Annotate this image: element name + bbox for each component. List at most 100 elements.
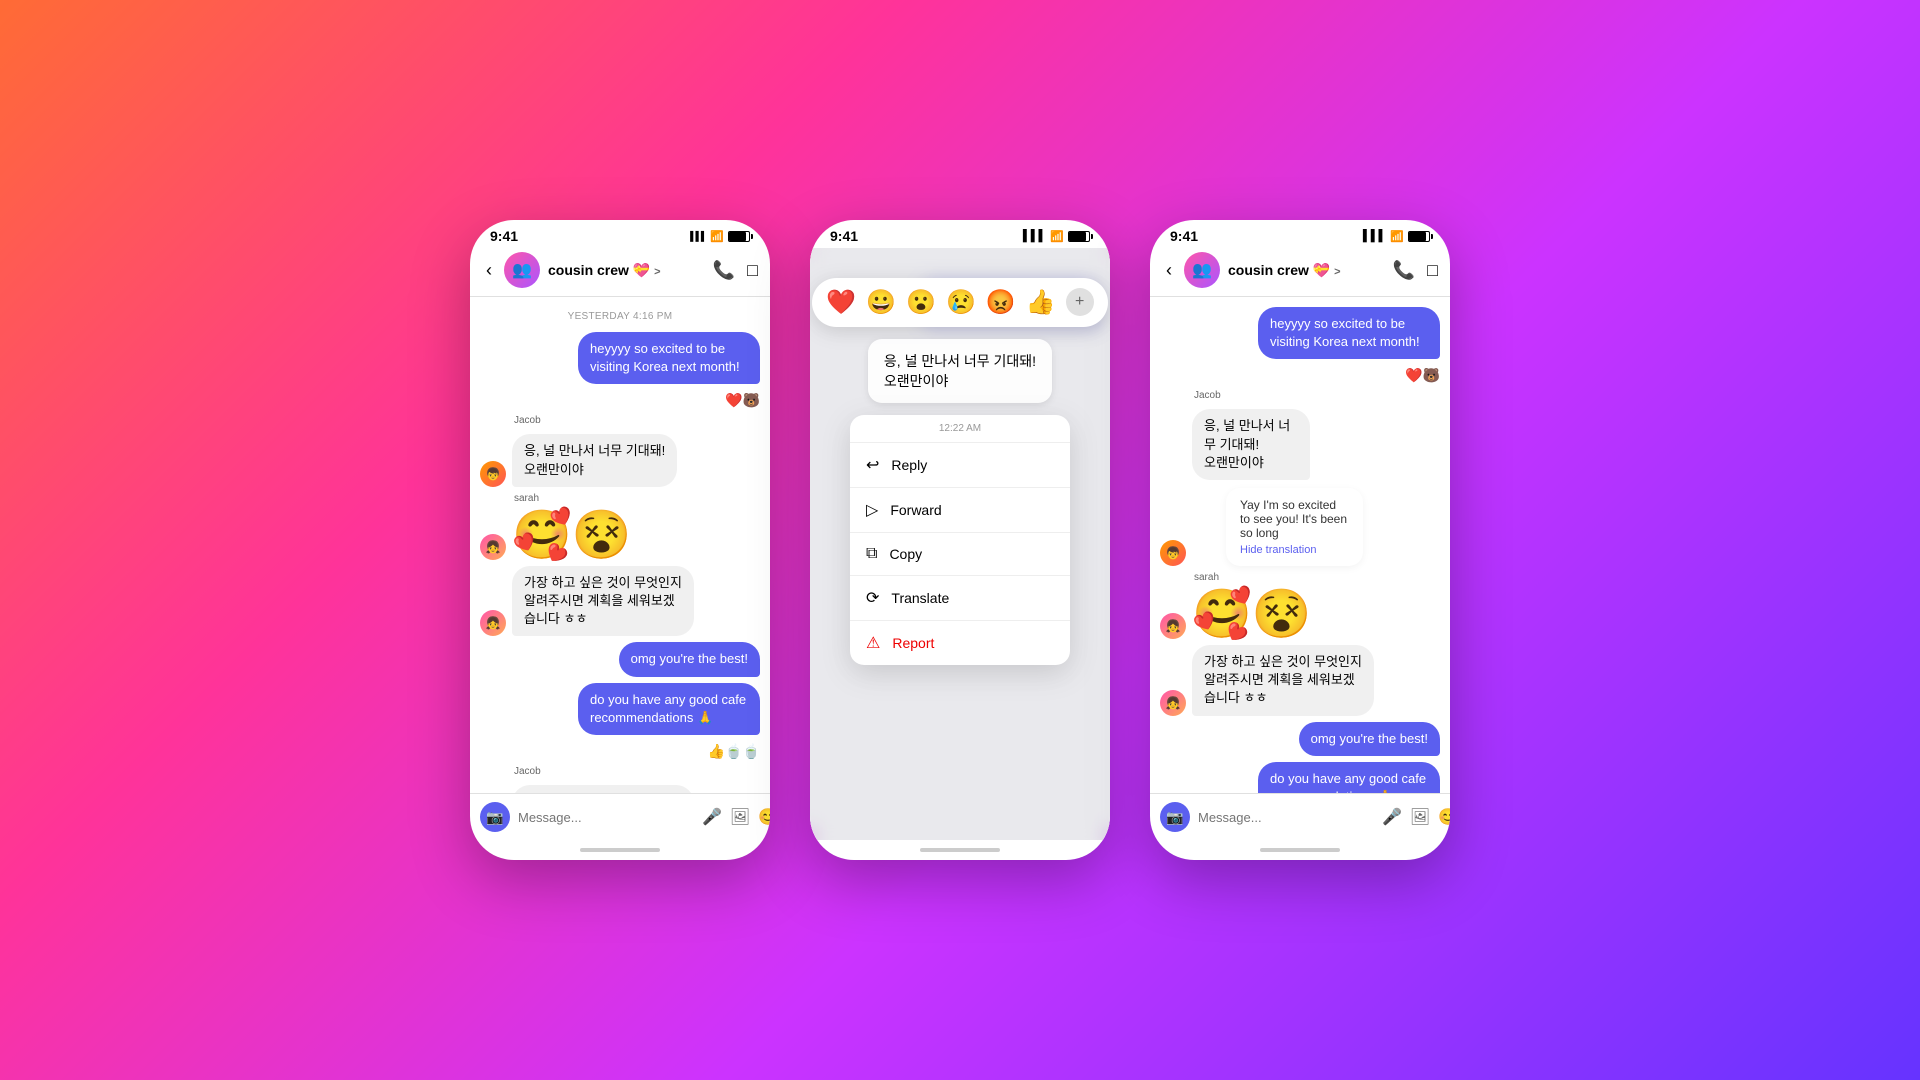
context-translate[interactable]: ⟳ Translate xyxy=(850,576,1070,621)
phone-icon-right[interactable]: 📞 xyxy=(1393,260,1415,281)
message-input-right[interactable] xyxy=(1198,810,1374,825)
translation-text: Yay I'm so excited to see you! It's been… xyxy=(1240,498,1347,540)
report-icon: ⚠ xyxy=(866,633,880,653)
emoji-angry[interactable]: 😡 xyxy=(986,288,1016,317)
status-time-right: 9:41 xyxy=(1170,228,1198,244)
msg-row-excited-r: heyyyy so excited to be visiting Korea n… xyxy=(1160,307,1440,359)
avatar-sarah-1: 👧 xyxy=(480,534,506,560)
emoji-icon-left[interactable]: 😊 xyxy=(758,807,770,827)
forward-label: Forward xyxy=(890,502,941,518)
avatar-left: 👥 xyxy=(504,252,540,288)
reaction-cafe: 👍🍵🍵 xyxy=(708,743,760,760)
hide-translation-button[interactable]: Hide translation xyxy=(1240,544,1349,556)
context-original-message: 응, 널 만나서 너무 기대돼!오랜만이야 xyxy=(868,339,1052,403)
signal-icon-middle: ▌▌▌ xyxy=(1023,230,1046,242)
image-icon-left[interactable]: 🖼 xyxy=(730,807,750,827)
copy-icon: ⧉ xyxy=(866,545,877,563)
msg-row-jacob-r1: 👦 응, 널 만나서 너무 기대돼!오랜만이야 Yay I'm so excit… xyxy=(1160,409,1440,566)
bubble-excited-r: heyyyy so excited to be visiting Korea n… xyxy=(1258,307,1440,359)
sticker-sarah: 🥰😵 xyxy=(512,512,632,560)
emoji-smile[interactable]: 😀 xyxy=(866,288,896,317)
emoji-heart[interactable]: ❤️ xyxy=(826,288,856,317)
battery-icon-left xyxy=(728,231,750,242)
reply-icon: ↩ xyxy=(866,455,879,475)
chat-title-right[interactable]: cousin crew 💝 > xyxy=(1228,262,1385,279)
more-emoji-button[interactable]: + xyxy=(1066,288,1094,316)
copy-label: Copy xyxy=(889,546,922,562)
phone-icon-left[interactable]: 📞 xyxy=(713,260,735,281)
video-icon-left[interactable]: □ xyxy=(747,260,758,281)
avatar-jacob-1: 👦 xyxy=(480,461,506,487)
msg-row-jacob-cafe: 👦 카페 어니언과 마일스톤 커피를 좋아해! xyxy=(480,785,760,793)
avatar-sarah-2: 👧 xyxy=(480,610,506,636)
image-icon-right[interactable]: 🖼 xyxy=(1410,807,1430,827)
signal-icon-right: ▌▌▌ xyxy=(1363,230,1386,242)
home-indicator-left xyxy=(470,840,770,860)
bubble-sarah-text: 가장 하고 싶은 것이 무엇인지 알려주시면 계획을 세워보겠습니다 ㅎㅎ xyxy=(512,566,694,637)
context-reply[interactable]: ↩ Reply xyxy=(850,443,1070,488)
sender-jacob-1: Jacob xyxy=(514,415,760,426)
message-input-left[interactable] xyxy=(518,810,694,825)
chat-area-middle: heyyyy so excited to be visiting Korea n… xyxy=(810,248,1110,840)
msg-input-bar-right: 📷 🎤 🖼 😊 ➕ xyxy=(1150,793,1450,840)
left-phone: 9:41 📶 ‹ 👥 cousin crew 💝 > 📞 □ YESTERDAY… xyxy=(470,220,770,860)
video-icon-right[interactable]: □ xyxy=(1427,260,1438,281)
reaction-excited-r: ❤️🐻 xyxy=(1405,367,1440,384)
msg-row-excited: heyyyy so excited to be visiting Korea n… xyxy=(480,332,760,384)
msg-row-cafe: do you have any good cafe recommendation… xyxy=(480,683,760,735)
home-indicator-middle xyxy=(810,840,1110,860)
status-icons-left: 📶 xyxy=(690,230,750,243)
avatar-jacob-r1: 👦 xyxy=(1160,540,1186,566)
back-button-right[interactable]: ‹ xyxy=(1162,258,1176,283)
nav-header-right: ‹ 👥 cousin crew 💝 > 📞 □ xyxy=(1150,248,1450,297)
emoji-icon-right[interactable]: 😊 xyxy=(1438,807,1450,827)
nav-header-left: ‹ 👥 cousin crew 💝 > 📞 □ xyxy=(470,248,770,297)
right-phone: 9:41 ▌▌▌ 📶 ‹ 👥 cousin crew 💝 > 📞 □ heyyy… xyxy=(1150,220,1450,860)
msg-input-bar-left: 📷 🎤 🖼 😊 ➕ xyxy=(470,793,770,840)
mic-icon-left[interactable]: 🎤 xyxy=(702,807,722,827)
forward-icon: ▷ xyxy=(866,500,878,520)
bubble-jacob-r1: 응, 널 만나서 너무 기대돼!오랜만이야 xyxy=(1192,409,1310,480)
emoji-reaction-bar[interactable]: ❤️ 😀 😮 😢 😡 👍 + xyxy=(812,278,1107,327)
msg-row-sarah-text: 👧 가장 하고 싶은 것이 무엇인지 알려주시면 계획을 세워보겠습니다 ㅎㅎ xyxy=(480,566,760,637)
bubble-sarah-text-r: 가장 하고 싶은 것이 무엇인지 알려주시면 계획을 세워보겠습니다 ㅎㅎ xyxy=(1192,645,1374,716)
report-label: Report xyxy=(892,635,934,651)
context-overlay: ❤️ 😀 😮 😢 😡 👍 + 응, 널 만나서 너무 기대돼!오랜만이야 12:… xyxy=(810,248,1110,840)
bubble-omg: omg you're the best! xyxy=(619,642,760,676)
context-time: 12:22 AM xyxy=(850,415,1070,443)
chat-area-left: YESTERDAY 4:16 PM heyyyy so excited to b… xyxy=(470,297,770,793)
msg-row-cafe-r: do you have any good cafe recommendation… xyxy=(1160,762,1440,793)
back-button-left[interactable]: ‹ xyxy=(482,258,496,283)
chat-area-right: heyyyy so excited to be visiting Korea n… xyxy=(1150,297,1450,793)
translation-bubble: Yay I'm so excited to see you! It's been… xyxy=(1226,488,1363,566)
emoji-cry[interactable]: 😢 xyxy=(946,288,976,317)
emoji-wow[interactable]: 😮 xyxy=(906,288,936,317)
chat-title-left[interactable]: cousin crew 💝 > xyxy=(548,262,705,279)
reply-label: Reply xyxy=(891,457,927,473)
timestamp-left: YESTERDAY 4:16 PM xyxy=(480,311,760,322)
sender-sarah-r1: sarah xyxy=(1194,572,1440,583)
mic-icon-right[interactable]: 🎤 xyxy=(1382,807,1402,827)
status-icons-middle: ▌▌▌ 📶 xyxy=(1023,230,1090,243)
battery-icon-right xyxy=(1408,231,1430,242)
camera-button-left[interactable]: 📷 xyxy=(480,802,510,832)
msg-row-jacob1: 👦 응, 널 만나서 너무 기대돼!오랜만이야 xyxy=(480,434,760,486)
context-forward[interactable]: ▷ Forward xyxy=(850,488,1070,533)
input-icons-left: 🎤 🖼 😊 ➕ xyxy=(702,807,770,827)
sender-sarah-1: sarah xyxy=(514,493,760,504)
avatar-sarah-r1: 👧 xyxy=(1160,613,1186,639)
context-report[interactable]: ⚠ Report xyxy=(850,621,1070,665)
bubble-cafe-r: do you have any good cafe recommendation… xyxy=(1258,762,1440,793)
status-bar-middle: 9:41 ▌▌▌ 📶 xyxy=(810,220,1110,248)
msg-row-omg-r: omg you're the best! xyxy=(1160,722,1440,756)
camera-button-right[interactable]: 📷 xyxy=(1160,802,1190,832)
sender-jacob-r1: Jacob xyxy=(1194,390,1440,401)
translate-label: Translate xyxy=(891,590,949,606)
context-copy[interactable]: ⧉ Copy xyxy=(850,533,1070,576)
emoji-thumbsup[interactable]: 👍 xyxy=(1026,288,1056,317)
bubble-omg-r: omg you're the best! xyxy=(1299,722,1440,756)
status-icons-right: ▌▌▌ 📶 xyxy=(1363,230,1430,243)
wifi-icon-left: 📶 xyxy=(710,230,724,243)
reaction-excited: ❤️🐻 xyxy=(725,392,760,409)
status-bar-right: 9:41 ▌▌▌ 📶 xyxy=(1150,220,1450,248)
